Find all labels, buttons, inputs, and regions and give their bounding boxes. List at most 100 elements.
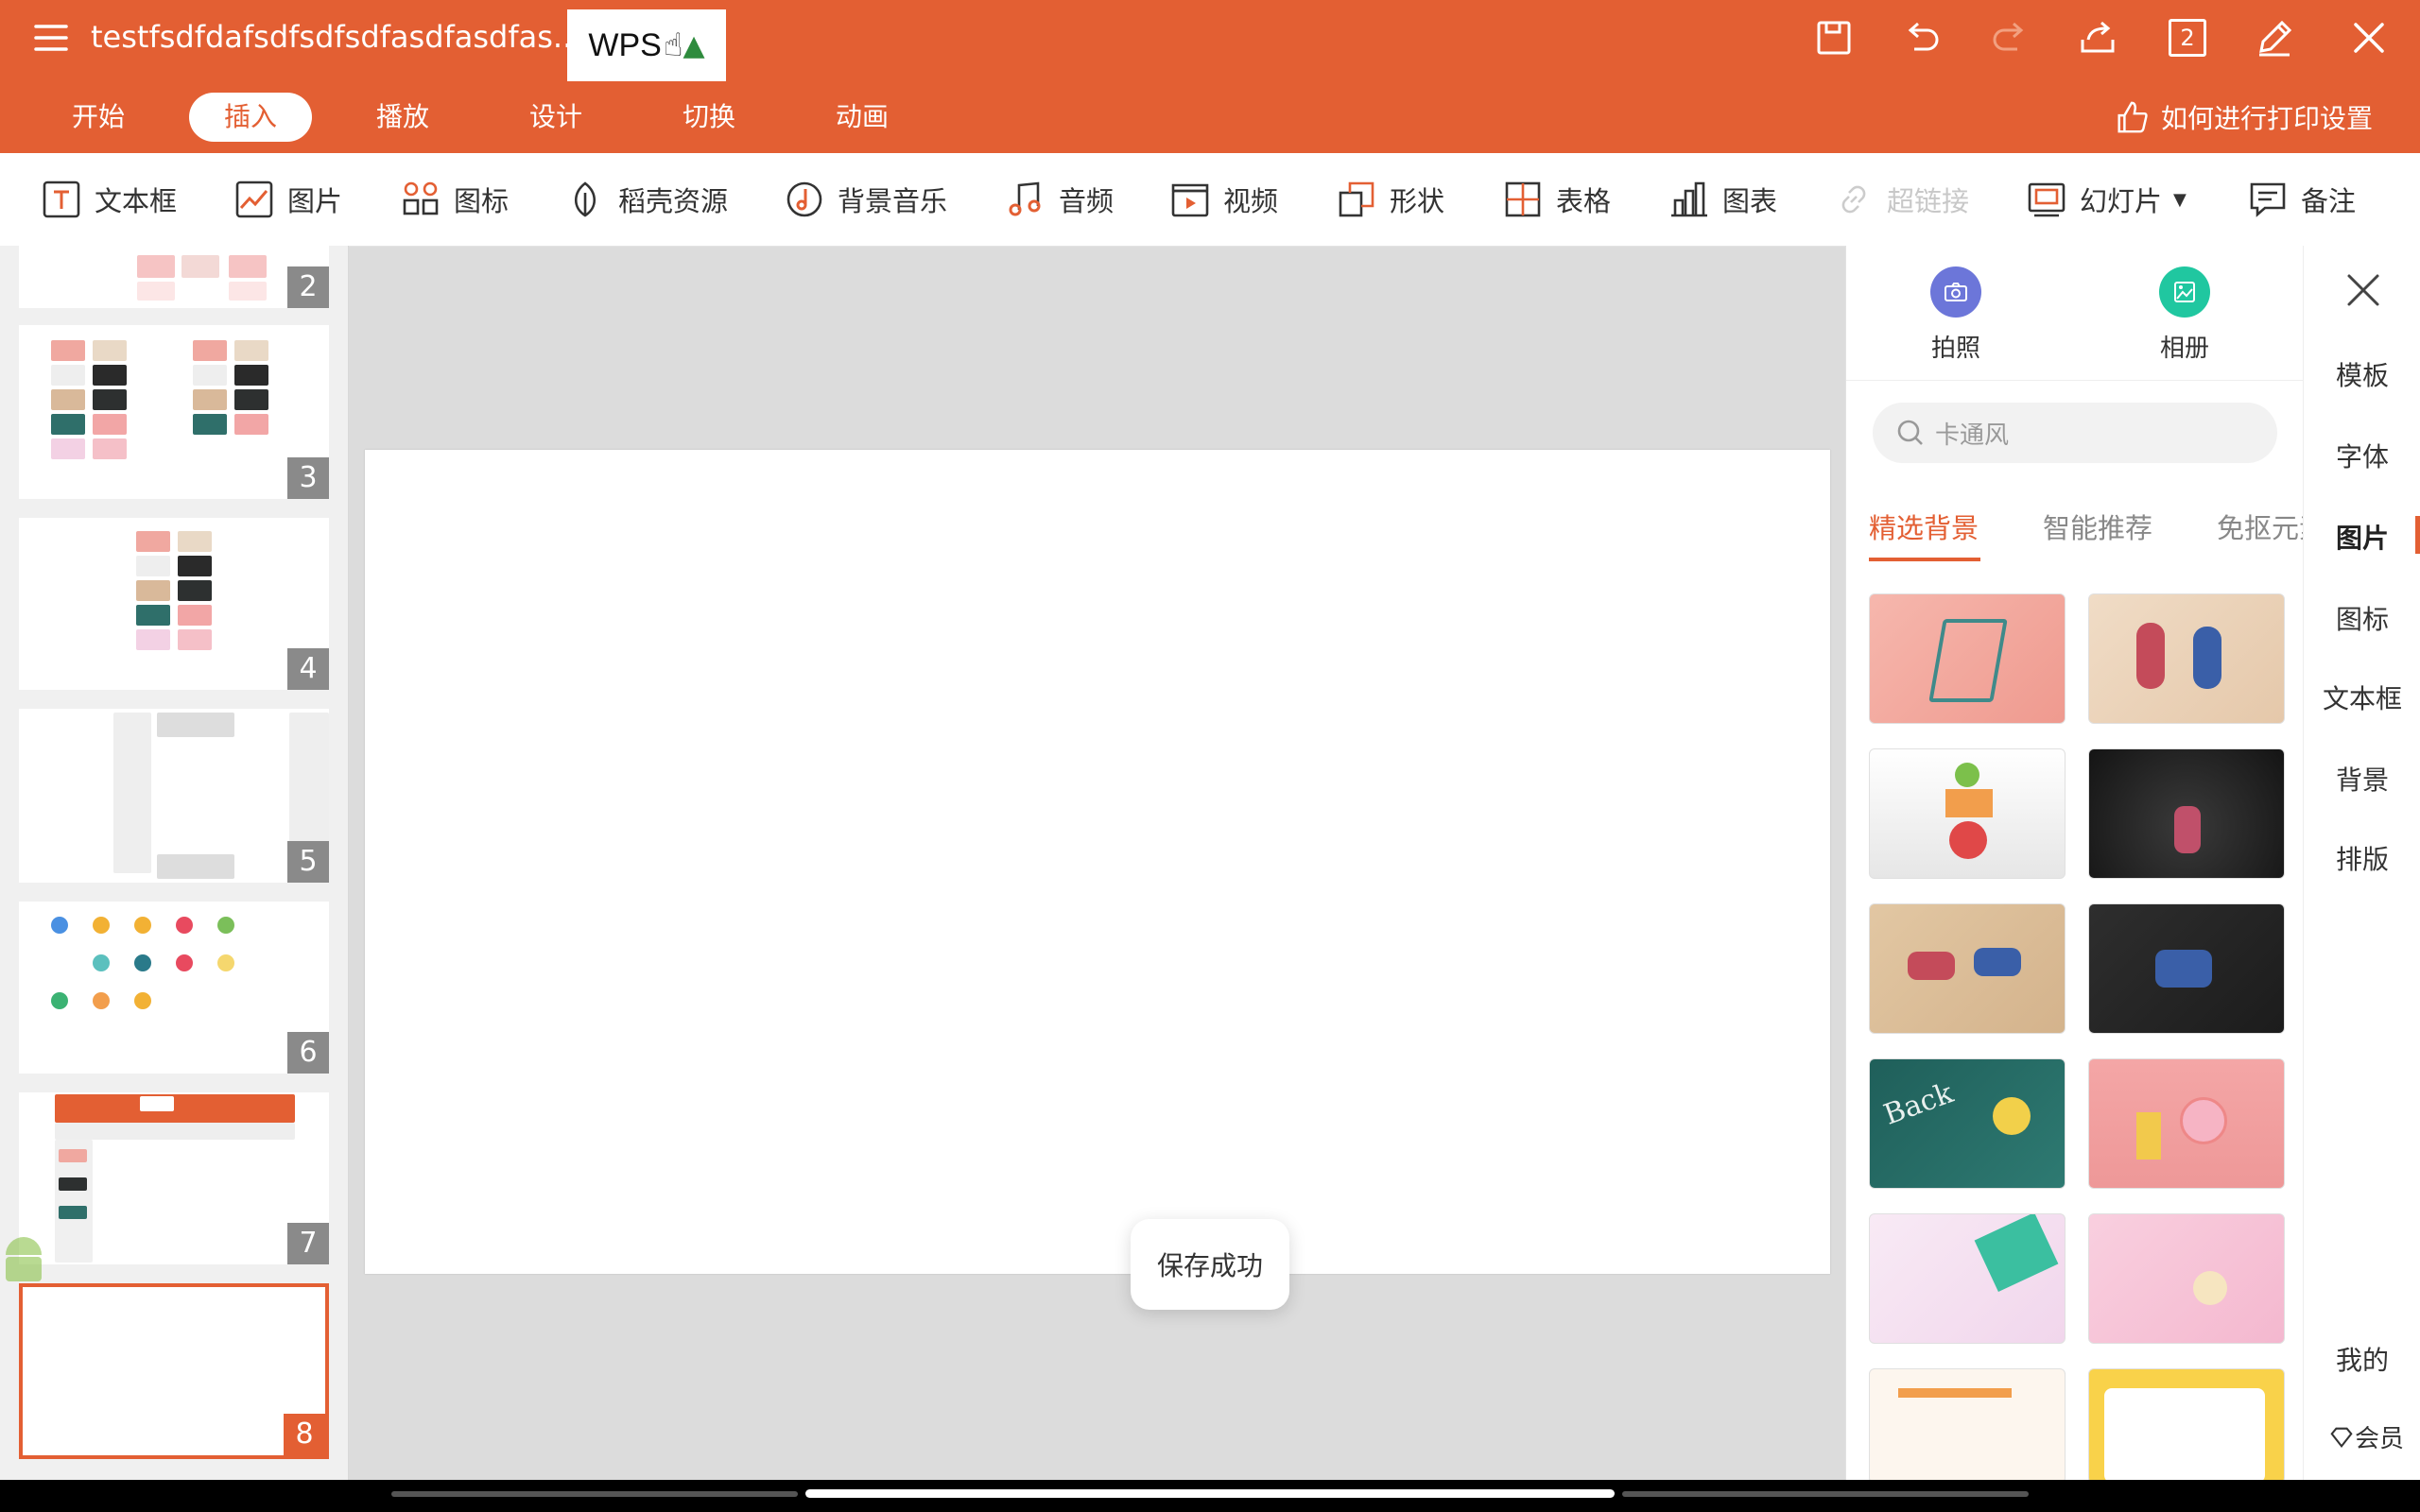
icon-library-icon	[403, 181, 439, 215]
subtab-featured-backgrounds[interactable]: 精选背景	[1869, 507, 1979, 546]
camera-button[interactable]: 拍照	[1903, 266, 2009, 364]
hyperlink-label: 超链接	[1887, 185, 1970, 217]
notes-button[interactable]: 备注	[2248, 174, 2356, 225]
side-nav-textbox[interactable]: 文本框	[2304, 679, 2420, 716]
audio-button[interactable]: 音频	[1006, 174, 1114, 225]
album-button[interactable]: 相册	[2132, 266, 2238, 364]
background-image-11[interactable]	[1869, 1368, 2066, 1484]
slide-thumbnail-3[interactable]: 3	[19, 325, 329, 499]
system-navigation-bar	[0, 1480, 2420, 1512]
android-floating-icon[interactable]	[0, 1228, 47, 1285]
tab-play[interactable]: 播放	[363, 93, 442, 142]
camera-icon	[1930, 266, 1981, 318]
side-nav-mine[interactable]: 我的	[2304, 1340, 2420, 1378]
slide-thumbnail-2[interactable]: 2	[19, 246, 329, 308]
background-image-4[interactable]	[2088, 748, 2285, 879]
side-nav-icon[interactable]: 图标	[2304, 599, 2420, 637]
slide-thumbnails-panel[interactable]: 2 3 4 5 6 7 8	[0, 246, 349, 1480]
slide-button[interactable]: 幻灯片 ▼	[2027, 174, 2187, 225]
undo-icon[interactable]	[1895, 11, 1948, 64]
background-image-3[interactable]	[1869, 748, 2066, 879]
side-nav-background[interactable]: 背景	[2304, 760, 2420, 798]
home-indicator[interactable]	[805, 1489, 1615, 1498]
album-icon	[2159, 266, 2210, 318]
hand-pointer-icon: ☝	[663, 26, 683, 64]
bar-chart-icon	[1671, 181, 1707, 217]
chart-button[interactable]: 图表	[1669, 174, 1777, 225]
video-button[interactable]: 视频	[1170, 174, 1278, 225]
search-icon	[1897, 420, 1923, 445]
side-nav-picture[interactable]: 图片	[2304, 518, 2420, 556]
scroll-track-right	[1622, 1491, 2029, 1497]
save-icon[interactable]	[1807, 11, 1860, 64]
slide-number: 3	[287, 457, 329, 499]
page-count: 2	[2169, 19, 2206, 57]
tab-design[interactable]: 设计	[516, 93, 596, 142]
share-icon[interactable]	[2071, 11, 2124, 64]
search-input[interactable]: 卡通风	[1873, 403, 2277, 463]
table-button[interactable]: 表格	[1503, 174, 1611, 225]
background-image-8[interactable]	[2088, 1058, 2285, 1189]
background-image-6[interactable]	[2088, 903, 2285, 1034]
music-disc-icon	[786, 181, 822, 217]
icon-label: 图标	[454, 185, 510, 217]
audio-label: 音频	[1059, 185, 1115, 217]
close-icon[interactable]	[2342, 11, 2395, 64]
document-title[interactable]: testfsdfdafsdfsdfsdfasdfasdfas...	[91, 19, 581, 55]
wps-badge[interactable]: WPS ☝ ▲	[567, 9, 726, 81]
slide-thumbnail-5[interactable]: 5	[19, 709, 329, 883]
background-image-10[interactable]	[2088, 1213, 2285, 1344]
background-image-12[interactable]	[2088, 1368, 2285, 1484]
active-nav-indicator	[2415, 516, 2420, 554]
side-nav-template[interactable]: 模板	[2304, 355, 2420, 393]
video-label: 视频	[1223, 185, 1279, 217]
print-help-link[interactable]: 如何进行打印设置	[2114, 93, 2373, 142]
textbox-button[interactable]: 文本框	[42, 174, 177, 225]
slide-canvas[interactable]	[365, 450, 1830, 1274]
side-nav-font[interactable]: 字体	[2304, 437, 2420, 474]
menu-icon[interactable]	[25, 11, 78, 64]
background-image-1[interactable]	[1869, 593, 2066, 724]
shape-button[interactable]: 形状	[1337, 174, 1444, 225]
textbox-icon	[43, 180, 80, 218]
icon-button[interactable]: 图标	[401, 174, 509, 225]
member-button[interactable]: 会员	[2311, 1419, 2420, 1454]
subtab-cutout-elements[interactable]: 免抠元素	[2217, 507, 2304, 546]
picture-icon	[235, 180, 273, 218]
background-image-9[interactable]	[1869, 1213, 2066, 1344]
shape-icon	[1339, 181, 1374, 217]
slide-thumbnail-4[interactable]: 4	[19, 518, 329, 690]
slide-icon	[2028, 182, 2066, 217]
close-panel-icon[interactable]	[2342, 268, 2385, 312]
chart-label: 图表	[1722, 185, 1778, 217]
save-success-toast: 保存成功	[1131, 1219, 1289, 1310]
tab-insert[interactable]: 插入	[189, 93, 312, 142]
background-image-5[interactable]	[1869, 903, 2066, 1034]
background-image-7[interactable]: Back	[1869, 1058, 2066, 1189]
tab-home[interactable]: 开始	[59, 93, 138, 142]
edit-pen-icon[interactable]	[2248, 11, 2301, 64]
divider	[1846, 380, 2304, 381]
tab-animation[interactable]: 动画	[822, 93, 902, 142]
slide-number: 7	[287, 1223, 329, 1264]
page-count-icon[interactable]: 2	[2161, 11, 2214, 64]
picture-button[interactable]: 图片	[234, 174, 342, 225]
background-image-2[interactable]	[2088, 593, 2285, 724]
tab-transition[interactable]: 切换	[669, 93, 749, 142]
picture-label: 图片	[287, 185, 343, 217]
background-music-button[interactable]: 背景音乐	[785, 174, 947, 225]
subtab-smart-recommend[interactable]: 智能推荐	[2043, 507, 2152, 546]
slide-thumbnail-6[interactable]: 6	[19, 902, 329, 1074]
daoke-resources-button[interactable]: 稻壳资源	[565, 174, 728, 225]
insert-ribbon: 文本框 图片 图标 稻壳资源 背景音乐 音频 视频 形状 表格 图表 超链接 幻…	[0, 153, 2420, 247]
video-clapper-icon	[1171, 183, 1209, 217]
slide-thumbnail-7[interactable]: 7	[19, 1092, 329, 1264]
bgmusic-label: 背景音乐	[838, 185, 948, 217]
side-nav-layout[interactable]: 排版	[2304, 839, 2420, 877]
print-help-label: 如何进行打印设置	[2161, 103, 2374, 134]
slide-number: 4	[287, 648, 329, 690]
slide-thumbnail-8[interactable]: 8	[19, 1283, 329, 1459]
redo-icon[interactable]	[1983, 11, 2036, 64]
picture-subtabs: 精选背景 智能推荐 免抠元素	[1846, 507, 2304, 563]
hyperlink-button[interactable]: 超链接	[1834, 174, 1969, 225]
